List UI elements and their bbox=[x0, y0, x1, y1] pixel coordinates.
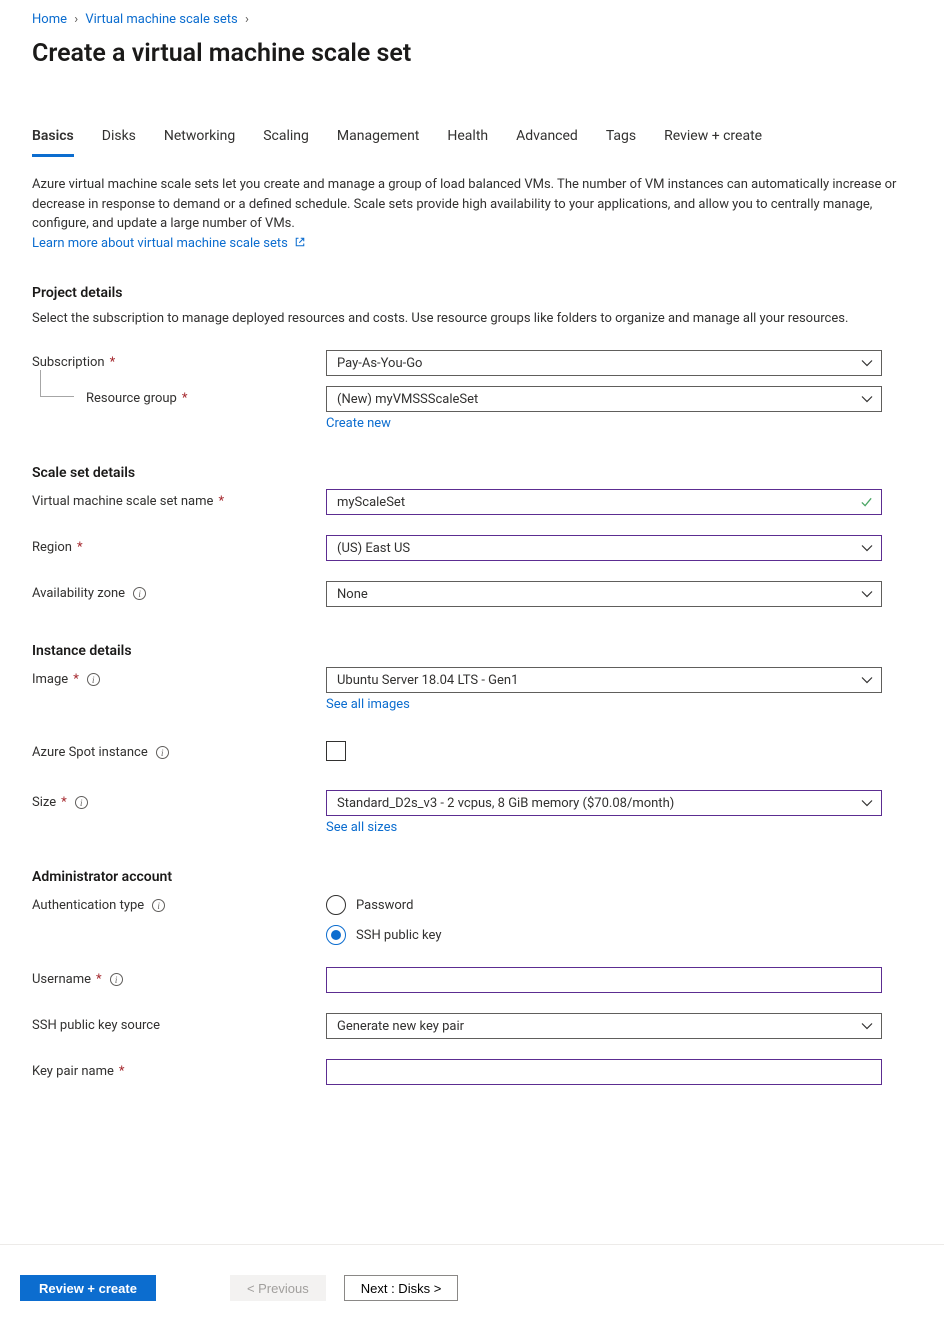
section-instance-title: Instance details bbox=[32, 643, 912, 659]
info-icon[interactable]: i bbox=[110, 973, 123, 986]
tab-health[interactable]: Health bbox=[447, 124, 488, 157]
tab-management[interactable]: Management bbox=[337, 124, 419, 157]
section-admin-title: Administrator account bbox=[32, 869, 912, 885]
spot-instance-checkbox[interactable] bbox=[326, 741, 346, 761]
subscription-value: Pay-As-You-Go bbox=[337, 356, 422, 371]
chevron-down-icon bbox=[861, 797, 873, 809]
intro-text: Azure virtual machine scale sets let you… bbox=[32, 175, 902, 234]
breadcrumb-parent[interactable]: Virtual machine scale sets bbox=[85, 12, 237, 27]
tab-basics[interactable]: Basics bbox=[32, 124, 74, 157]
vmss-name-input[interactable]: myScaleSet bbox=[326, 489, 882, 515]
learn-more-label: Learn more about virtual machine scale s… bbox=[32, 236, 288, 251]
info-icon[interactable]: i bbox=[133, 587, 146, 600]
auth-password-label: Password bbox=[356, 898, 413, 913]
tab-scaling[interactable]: Scaling bbox=[263, 124, 309, 157]
image-label: Image* i bbox=[32, 667, 326, 687]
key-pair-name-label: Key pair name* bbox=[32, 1059, 326, 1079]
auth-password-radio[interactable]: Password bbox=[326, 895, 882, 915]
username-input[interactable] bbox=[326, 967, 882, 993]
availability-zone-select[interactable]: None bbox=[326, 581, 882, 607]
availability-zone-label: Availability zone i bbox=[32, 581, 326, 601]
vmss-name-label: Virtual machine scale set name* bbox=[32, 489, 326, 509]
size-value: Standard_D2s_v3 - 2 vcpus, 8 GiB memory … bbox=[337, 796, 674, 811]
see-all-images-link[interactable]: See all images bbox=[326, 697, 410, 712]
resource-group-label: Resource group* bbox=[32, 386, 326, 406]
ssh-key-source-value: Generate new key pair bbox=[337, 1019, 464, 1034]
chevron-down-icon bbox=[861, 674, 873, 686]
chevron-down-icon bbox=[861, 1020, 873, 1032]
availability-zone-value: None bbox=[337, 587, 368, 602]
resource-group-value: (New) myVMSSScaleSet bbox=[337, 392, 478, 407]
info-icon[interactable]: i bbox=[87, 673, 100, 686]
breadcrumb: Home › Virtual machine scale sets › bbox=[32, 12, 912, 27]
tabs: Basics Disks Networking Scaling Manageme… bbox=[32, 124, 912, 157]
chevron-down-icon bbox=[861, 393, 873, 405]
page-title: Create a virtual machine scale set bbox=[32, 39, 912, 68]
previous-button: < Previous bbox=[230, 1275, 326, 1301]
auth-type-label: Authentication type i bbox=[32, 893, 326, 913]
section-scale-title: Scale set details bbox=[32, 465, 912, 481]
radio-icon bbox=[326, 895, 346, 915]
size-label: Size* i bbox=[32, 790, 326, 810]
resource-group-select[interactable]: (New) myVMSSScaleSet bbox=[326, 386, 882, 412]
auth-ssh-radio[interactable]: SSH public key bbox=[326, 925, 882, 945]
section-project-title: Project details bbox=[32, 285, 912, 301]
chevron-down-icon bbox=[861, 588, 873, 600]
info-icon[interactable]: i bbox=[75, 796, 88, 809]
region-value: (US) East US bbox=[337, 541, 410, 556]
chevron-down-icon bbox=[861, 542, 873, 554]
ssh-key-source-select[interactable]: Generate new key pair bbox=[326, 1013, 882, 1039]
learn-more-link[interactable]: Learn more about virtual machine scale s… bbox=[32, 236, 306, 251]
auth-type-radio-group: Password SSH public key bbox=[326, 893, 882, 945]
subscription-label: Subscription* bbox=[32, 350, 326, 370]
region-label: Region* bbox=[32, 535, 326, 555]
chevron-down-icon bbox=[861, 357, 873, 369]
image-select[interactable]: Ubuntu Server 18.04 LTS - Gen1 bbox=[326, 667, 882, 693]
key-pair-name-input[interactable] bbox=[326, 1059, 882, 1085]
ssh-key-source-label: SSH public key source bbox=[32, 1013, 326, 1033]
size-select[interactable]: Standard_D2s_v3 - 2 vcpus, 8 GiB memory … bbox=[326, 790, 882, 816]
chevron-right-icon: › bbox=[245, 12, 249, 27]
review-create-button[interactable]: Review + create bbox=[20, 1275, 156, 1301]
tab-disks[interactable]: Disks bbox=[102, 124, 136, 157]
tab-networking[interactable]: Networking bbox=[164, 124, 235, 157]
radio-icon bbox=[326, 925, 346, 945]
vmss-name-value: myScaleSet bbox=[337, 495, 405, 510]
breadcrumb-home[interactable]: Home bbox=[32, 12, 67, 27]
image-value: Ubuntu Server 18.04 LTS - Gen1 bbox=[337, 673, 518, 688]
info-icon[interactable]: i bbox=[152, 899, 165, 912]
subscription-select[interactable]: Pay-As-You-Go bbox=[326, 350, 882, 376]
external-link-icon bbox=[294, 236, 306, 248]
tab-advanced[interactable]: Advanced bbox=[516, 124, 578, 157]
info-icon[interactable]: i bbox=[156, 746, 169, 759]
footer: Review + create < Previous Next : Disks … bbox=[0, 1244, 944, 1327]
chevron-right-icon: › bbox=[74, 12, 78, 27]
section-project-desc: Select the subscription to manage deploy… bbox=[32, 309, 902, 329]
checkmark-icon bbox=[860, 496, 873, 509]
tab-review[interactable]: Review + create bbox=[664, 124, 762, 157]
spot-instance-label: Azure Spot instance i bbox=[32, 740, 326, 760]
tab-tags[interactable]: Tags bbox=[606, 124, 636, 157]
create-new-rg-link[interactable]: Create new bbox=[326, 416, 391, 431]
next-button[interactable]: Next : Disks > bbox=[344, 1275, 459, 1301]
auth-ssh-label: SSH public key bbox=[356, 928, 441, 943]
region-select[interactable]: (US) East US bbox=[326, 535, 882, 561]
see-all-sizes-link[interactable]: See all sizes bbox=[326, 820, 397, 835]
username-label: Username* i bbox=[32, 967, 326, 987]
